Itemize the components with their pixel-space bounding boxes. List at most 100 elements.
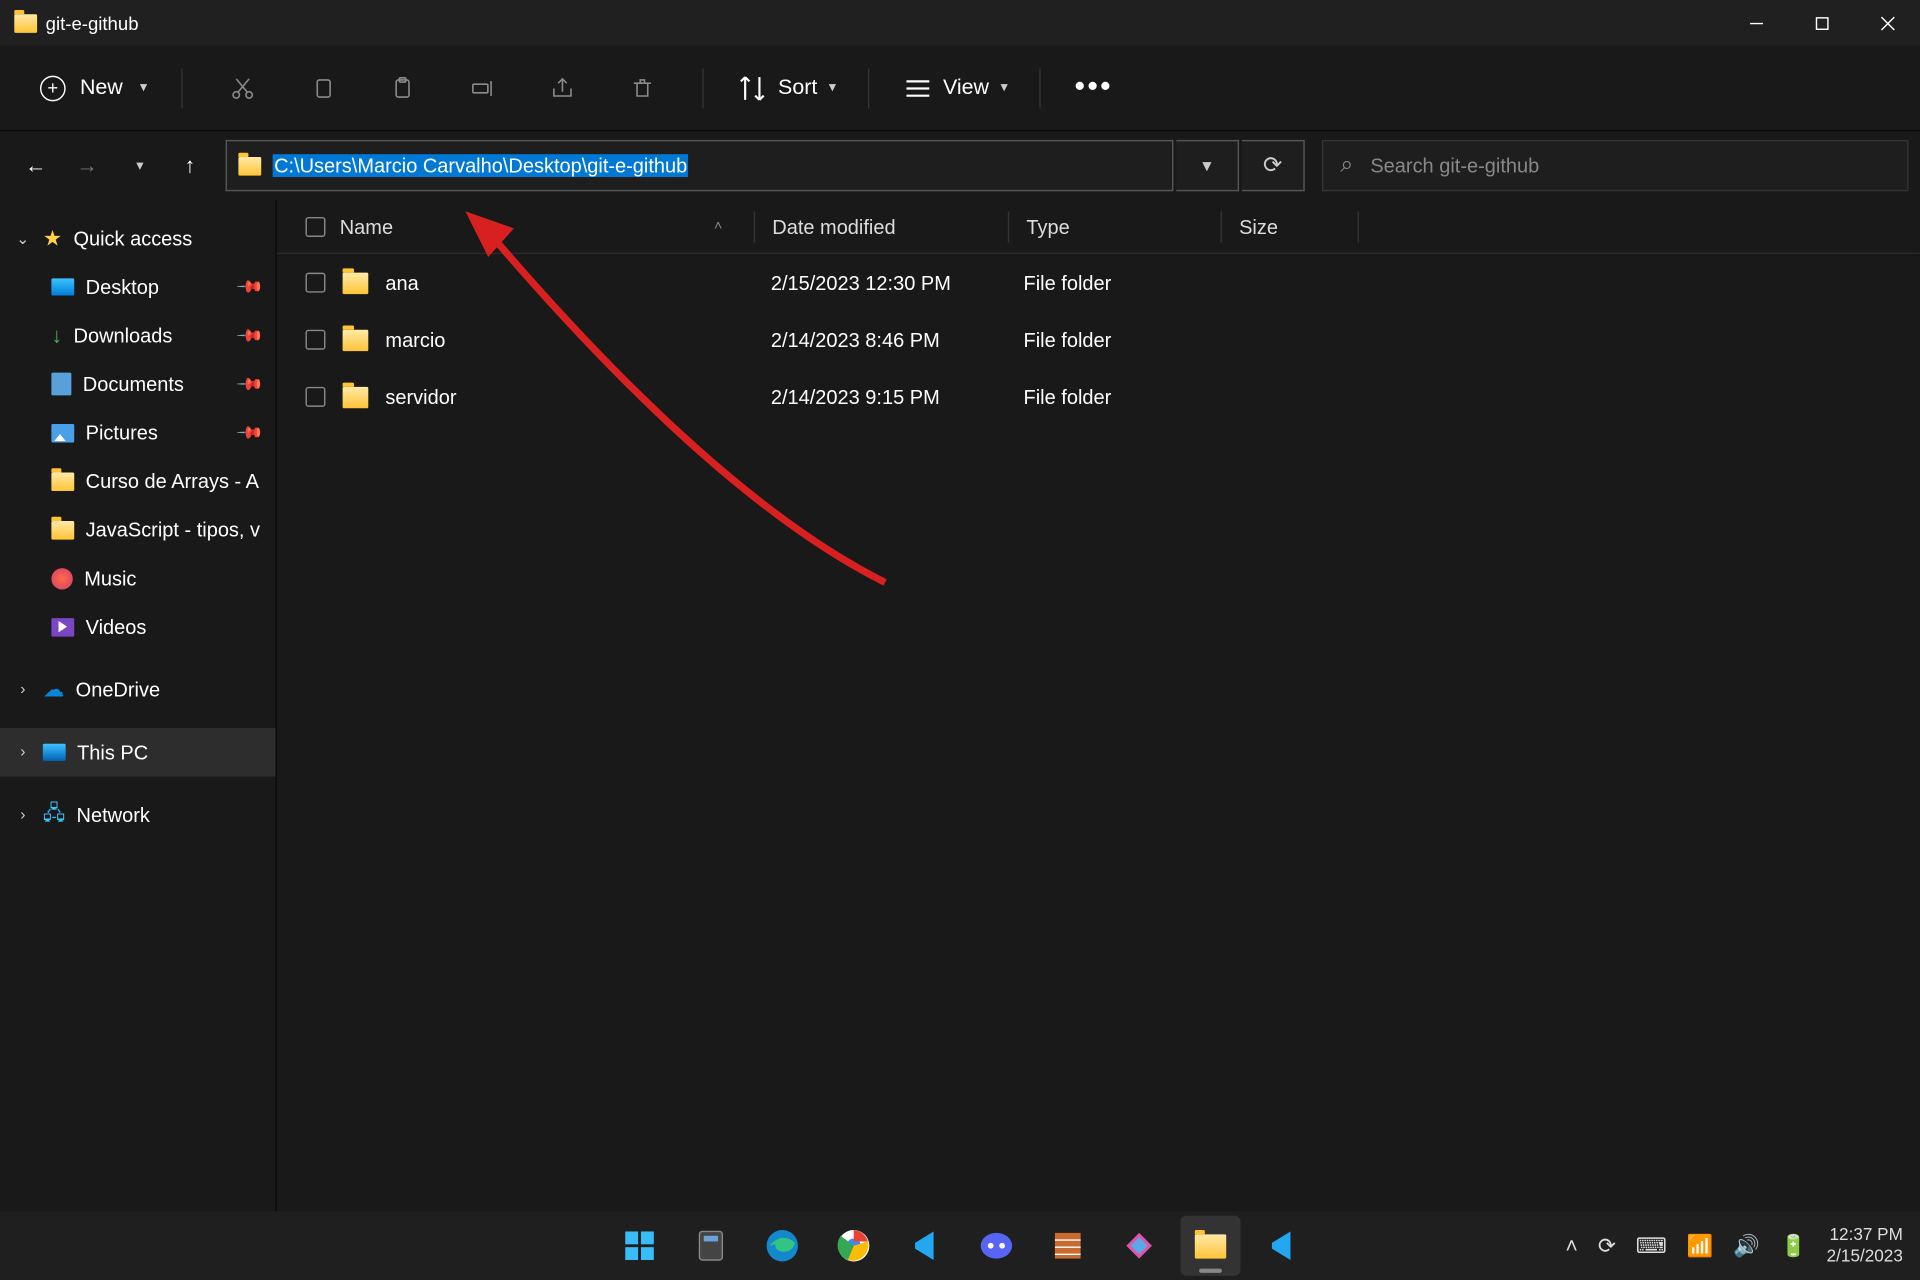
new-button[interactable]: + New ▾ bbox=[26, 66, 162, 109]
sidebar-quick-access[interactable]: ⌄ ★ Quick access bbox=[0, 214, 276, 263]
chevron-down-icon: ⌄ bbox=[14, 229, 31, 248]
column-name[interactable]: Name ˄ bbox=[277, 200, 754, 253]
delete-button[interactable] bbox=[614, 59, 671, 116]
chevron-down-icon: ▾ bbox=[1000, 80, 1007, 96]
close-button[interactable] bbox=[1854, 0, 1920, 46]
chevron-right-icon: › bbox=[14, 681, 31, 698]
share-button[interactable] bbox=[534, 59, 591, 116]
navigation-row: ← → ▾ ↑ C:\Users\Marcio Carvalho\Desktop… bbox=[0, 131, 1920, 200]
video-icon bbox=[51, 617, 74, 636]
chevron-right-icon: › bbox=[14, 744, 31, 761]
tray-wifi-icon[interactable]: 📶 bbox=[1687, 1233, 1714, 1259]
more-button[interactable]: ••• bbox=[1060, 71, 1127, 104]
column-type[interactable]: Type bbox=[1009, 200, 1220, 253]
taskbar-calculator[interactable] bbox=[680, 1216, 740, 1276]
sort-button[interactable]: Sort ▾ bbox=[724, 62, 848, 113]
file-row[interactable]: servidor 2/14/2023 9:15 PM File folder bbox=[277, 368, 1920, 425]
sidebar-item-videos[interactable]: Videos bbox=[0, 602, 276, 651]
sort-asc-icon: ˄ bbox=[714, 218, 722, 234]
tray-volume-icon[interactable]: 🔊 bbox=[1733, 1233, 1760, 1259]
folder-icon bbox=[343, 329, 369, 350]
tray-expand-icon[interactable]: ˄ bbox=[1565, 1234, 1578, 1258]
taskbar-vscode[interactable] bbox=[894, 1216, 954, 1276]
column-size[interactable]: Size bbox=[1222, 200, 1358, 253]
search-icon: ⌕ bbox=[1340, 153, 1353, 179]
sidebar-onedrive[interactable]: › ☁ OneDrive bbox=[0, 665, 276, 714]
copy-button[interactable] bbox=[294, 59, 351, 116]
column-date[interactable]: Date modified bbox=[755, 200, 1008, 253]
address-bar[interactable]: C:\Users\Marcio Carvalho\Desktop\git-e-g… bbox=[226, 140, 1174, 191]
tray-battery-icon[interactable]: 🔋 bbox=[1780, 1233, 1807, 1259]
maximize-button[interactable] bbox=[1789, 0, 1855, 46]
document-icon bbox=[51, 373, 71, 396]
address-dropdown-button[interactable]: ▾ bbox=[1176, 140, 1239, 191]
column-headers: Name ˄ Date modified Type Size bbox=[277, 200, 1920, 254]
sidebar-item-pictures[interactable]: Pictures 📌 bbox=[0, 408, 276, 457]
pictures-icon bbox=[51, 423, 74, 442]
window-title: git-e-github bbox=[46, 12, 139, 33]
select-all-checkbox[interactable] bbox=[305, 216, 325, 236]
music-icon bbox=[51, 567, 72, 588]
file-row[interactable]: marcio 2/14/2023 8:46 PM File folder bbox=[277, 311, 1920, 368]
rename-button[interactable] bbox=[454, 59, 511, 116]
address-path: C:\Users\Marcio Carvalho\Desktop\git-e-g… bbox=[273, 154, 689, 177]
taskbar-app[interactable] bbox=[1108, 1216, 1168, 1276]
folder-icon bbox=[343, 272, 369, 293]
pc-icon bbox=[43, 744, 66, 761]
taskbar-chrome[interactable] bbox=[823, 1216, 883, 1276]
search-box[interactable]: ⌕ bbox=[1322, 140, 1909, 191]
taskbar: ˄ ⟳ ⌨ 📶 🔊 🔋 12:37 PM 2/15/2023 bbox=[0, 1211, 1920, 1280]
taskbar-start[interactable] bbox=[609, 1216, 669, 1276]
back-button[interactable]: ← bbox=[11, 141, 60, 190]
cut-button[interactable] bbox=[214, 59, 271, 116]
folder-icon bbox=[51, 520, 74, 539]
sidebar-item-documents[interactable]: Documents 📌 bbox=[0, 360, 276, 409]
view-label: View bbox=[943, 76, 989, 100]
tray-keyboard-icon[interactable]: ⌨ bbox=[1636, 1233, 1667, 1259]
file-list-pane: Name ˄ Date modified Type Size ana 2/15/… bbox=[277, 200, 1920, 1236]
row-checkbox[interactable] bbox=[305, 387, 325, 407]
sidebar-item-downloads[interactable]: ↓ Downloads 📌 bbox=[0, 311, 276, 360]
taskbar-discord[interactable] bbox=[966, 1216, 1026, 1276]
up-button[interactable]: ↑ bbox=[166, 141, 215, 190]
taskbar-edge[interactable] bbox=[752, 1216, 812, 1276]
titlebar: git-e-github bbox=[0, 0, 1920, 46]
star-icon: ★ bbox=[43, 226, 62, 252]
recent-button[interactable]: ▾ bbox=[114, 141, 163, 190]
desktop-icon bbox=[51, 278, 74, 295]
file-row[interactable]: ana 2/15/2023 12:30 PM File folder bbox=[277, 254, 1920, 311]
minimize-button[interactable] bbox=[1723, 0, 1789, 46]
sidebar-item-music[interactable]: Music bbox=[0, 554, 276, 603]
sidebar-item-desktop[interactable]: Desktop 📌 bbox=[0, 263, 276, 312]
chevron-right-icon: › bbox=[14, 807, 31, 824]
sort-icon bbox=[735, 71, 769, 105]
taskbar-explorer[interactable] bbox=[1180, 1216, 1240, 1276]
sidebar-network[interactable]: › 🖧 Network bbox=[0, 791, 276, 840]
tray-sync-icon[interactable]: ⟳ bbox=[1598, 1233, 1616, 1259]
view-icon bbox=[900, 71, 934, 105]
paste-button[interactable] bbox=[374, 59, 431, 116]
chevron-down-icon: ▾ bbox=[140, 80, 147, 96]
download-icon: ↓ bbox=[51, 323, 62, 347]
search-input[interactable] bbox=[1370, 154, 1890, 177]
folder-icon bbox=[238, 156, 261, 175]
new-label: New bbox=[80, 76, 123, 100]
forward-button[interactable]: → bbox=[63, 141, 112, 190]
sidebar-this-pc[interactable]: › This PC bbox=[0, 728, 276, 777]
sidebar-item-folder[interactable]: Curso de Arrays - A bbox=[0, 457, 276, 506]
plus-icon: + bbox=[40, 75, 66, 101]
row-checkbox[interactable] bbox=[305, 330, 325, 350]
tray-clock[interactable]: 12:37 PM 2/15/2023 bbox=[1827, 1224, 1903, 1267]
folder-icon bbox=[14, 14, 37, 33]
view-button[interactable]: View ▾ bbox=[889, 62, 1019, 113]
row-checkbox[interactable] bbox=[305, 273, 325, 293]
command-toolbar: + New ▾ Sort ▾ View bbox=[0, 46, 1920, 132]
taskbar-app[interactable] bbox=[1037, 1216, 1097, 1276]
cloud-icon: ☁ bbox=[43, 677, 64, 703]
taskbar-vscode-insiders[interactable] bbox=[1251, 1216, 1311, 1276]
sidebar-item-folder[interactable]: JavaScript - tipos, v bbox=[0, 505, 276, 554]
sidebar: ⌄ ★ Quick access Desktop 📌 ↓ Downloads 📌… bbox=[0, 200, 277, 1236]
refresh-button[interactable]: ⟳ bbox=[1242, 140, 1305, 191]
folder-icon bbox=[51, 472, 74, 491]
chevron-down-icon: ▾ bbox=[829, 80, 836, 96]
